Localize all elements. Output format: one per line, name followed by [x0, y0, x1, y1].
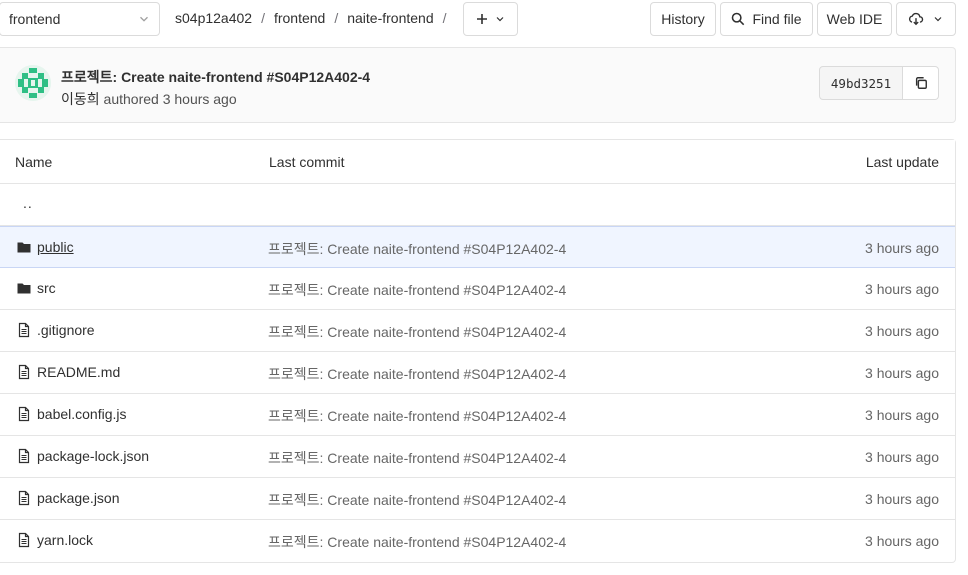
folder-icon [17, 242, 31, 253]
file-name-link[interactable]: yarn.lock [37, 532, 93, 548]
breadcrumb-project[interactable]: s04p12a402 [175, 10, 252, 26]
file-name-cell[interactable]: package.json [16, 490, 120, 506]
commit-meta: 이동희 authored 3 hours ago [61, 89, 237, 109]
file-name-cell[interactable]: babel.config.js [16, 406, 127, 422]
breadcrumb-separator: / [261, 10, 265, 26]
file-name-cell[interactable]: src [16, 280, 56, 296]
file-icon [18, 490, 30, 506]
file-name-cell[interactable]: public [16, 239, 74, 255]
column-header-name: Name [15, 154, 53, 170]
breadcrumb: s04p12a402 / frontend / naite-frontend / [175, 10, 456, 26]
file-name-link[interactable]: package.json [37, 490, 120, 506]
file-icon [18, 448, 30, 464]
column-header-last-update: Last update [865, 154, 939, 170]
last-commit-message[interactable]: 프로젝트: Create naite-frontend #S04P12A402-… [268, 322, 566, 342]
file-name-link[interactable]: public [37, 239, 74, 255]
table-row[interactable]: public 프로젝트: Create naite-frontend #S04P1… [0, 226, 955, 268]
file-name-link[interactable]: .gitignore [37, 322, 95, 338]
chevron-down-icon [934, 17, 942, 22]
file-tree-table: Name Last commit Last update .. public 프로… [0, 139, 956, 563]
branch-selector[interactable]: frontend [0, 2, 160, 36]
search-icon [732, 12, 745, 26]
find-file-label: Find file [752, 11, 802, 27]
file-name-link[interactable]: babel.config.js [37, 406, 127, 422]
commit-authored-time: authored 3 hours ago [103, 91, 237, 107]
last-update-time: 3 hours ago [865, 533, 939, 549]
last-commit-message[interactable]: 프로젝트: Create naite-frontend #S04P12A402-… [268, 406, 566, 426]
history-button[interactable]: History [650, 2, 716, 36]
file-name-link[interactable]: src [37, 280, 56, 296]
last-update-time: 3 hours ago [865, 323, 939, 339]
file-icon [18, 406, 30, 422]
file-icon [18, 532, 30, 548]
branch-name: frontend [9, 11, 61, 27]
add-dropdown-button[interactable] [463, 2, 518, 36]
column-header-last-commit: Last commit [269, 154, 345, 170]
breadcrumb-current[interactable]: naite-frontend [347, 10, 433, 26]
last-update-time: 3 hours ago [865, 449, 939, 465]
table-row[interactable]: src 프로젝트: Create naite-frontend #S04P12A4… [0, 268, 955, 310]
repository-toolbar: frontend s04p12a402 / frontend / naite-f… [0, 0, 968, 40]
web-ide-label: Web IDE [826, 11, 883, 27]
chevron-down-icon [140, 16, 148, 22]
find-file-button[interactable]: Find file [720, 2, 813, 36]
last-update-time: 3 hours ago [865, 365, 939, 381]
last-commit-message[interactable]: 프로젝트: Create naite-frontend #S04P12A402-… [268, 532, 566, 552]
parent-directory-link[interactable]: .. [23, 195, 33, 211]
avatar[interactable] [15, 65, 51, 101]
table-header: Name Last commit Last update [0, 140, 955, 184]
clone-dropdown-button[interactable] [896, 2, 956, 36]
last-commit-message[interactable]: 프로젝트: Create naite-frontend #S04P12A402-… [268, 280, 566, 300]
breadcrumb-separator: / [334, 10, 339, 26]
last-commit-message[interactable]: 프로젝트: Create naite-frontend #S04P12A402-… [268, 448, 566, 468]
web-ide-button[interactable]: Web IDE [817, 2, 892, 36]
file-name-cell[interactable]: .gitignore [16, 322, 95, 338]
last-commit-panel: 프로젝트: Create naite-frontend #S04P12A402-… [0, 47, 956, 123]
commit-sha-group: 49bd3251 [819, 66, 939, 100]
last-update-time: 3 hours ago [865, 407, 939, 423]
identicon-avatar-icon [15, 65, 51, 101]
commit-title[interactable]: 프로젝트: Create naite-frontend #S04P12A402-… [61, 67, 370, 87]
file-icon [18, 322, 30, 338]
last-commit-message[interactable]: 프로젝트: Create naite-frontend #S04P12A402-… [268, 490, 566, 510]
commit-sha[interactable]: 49bd3251 [819, 66, 903, 100]
last-update-time: 3 hours ago [865, 281, 939, 297]
commit-author[interactable]: 이동희 [61, 91, 100, 107]
breadcrumb-folder[interactable]: frontend [274, 10, 325, 26]
table-row[interactable]: babel.config.js 프로젝트: Create naite-fronte… [0, 394, 955, 436]
copy-icon [915, 77, 927, 89]
history-label: History [661, 11, 705, 27]
file-name-link[interactable]: README.md [37, 364, 120, 380]
parent-directory-row[interactable]: .. [0, 184, 955, 226]
breadcrumb-separator: / [442, 10, 447, 26]
file-name-cell[interactable]: package-lock.json [16, 448, 149, 464]
file-name-cell[interactable]: README.md [16, 364, 120, 380]
chevron-down-icon [496, 17, 503, 22]
file-name-cell[interactable]: yarn.lock [16, 532, 93, 548]
last-commit-message[interactable]: 프로젝트: Create naite-frontend #S04P12A402-… [268, 239, 566, 259]
file-icon [18, 364, 30, 380]
plus-icon [476, 14, 487, 24]
table-row[interactable]: package-lock.json 프로젝트: Create naite-fron… [0, 436, 955, 478]
last-update-time: 3 hours ago [865, 491, 939, 507]
last-commit-message[interactable]: 프로젝트: Create naite-frontend #S04P12A402-… [268, 364, 566, 384]
file-name-link[interactable]: package-lock.json [37, 448, 149, 464]
table-row[interactable]: yarn.lock 프로젝트: Create naite-frontend #S0… [0, 520, 955, 562]
folder-icon [17, 283, 31, 294]
cloud-download-icon [908, 12, 924, 26]
table-row[interactable]: package.json 프로젝트: Create naite-frontend … [0, 478, 955, 520]
copy-sha-button[interactable] [903, 66, 939, 100]
table-row[interactable]: README.md 프로젝트: Create naite-frontend #S0… [0, 352, 955, 394]
last-update-time: 3 hours ago [865, 240, 939, 256]
table-row[interactable]: .gitignore 프로젝트: Create naite-frontend #S… [0, 310, 955, 352]
